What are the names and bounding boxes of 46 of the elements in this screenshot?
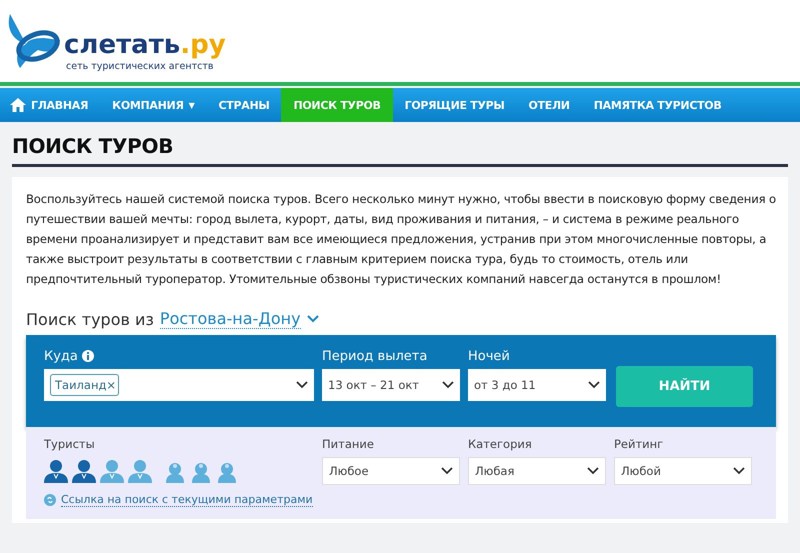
home-icon	[10, 98, 26, 112]
nav-tab[interactable]: ПАМЯТКА ТУРИСТОВ	[582, 88, 734, 122]
search-heading: Поиск туров из	[26, 310, 154, 328]
page-title: ПОИСК ТУРОВ	[12, 122, 788, 167]
field-label: Рейтинг	[614, 437, 664, 453]
chevron-icon	[733, 467, 745, 475]
child-icon[interactable]	[164, 461, 186, 483]
chevron-icon	[588, 381, 600, 389]
chevron-icon	[441, 467, 453, 475]
field-label: Питание	[322, 437, 375, 453]
field-label: Туристы	[44, 437, 96, 453]
filter-select[interactable]: Любая	[468, 457, 606, 485]
chevron-icon	[306, 315, 319, 323]
chevron-icon	[587, 467, 599, 475]
caret-icon: ▼	[188, 100, 194, 110]
child-icon[interactable]	[216, 461, 238, 483]
info-icon	[82, 350, 94, 362]
nav-tab[interactable]: СТРАНЫ	[206, 88, 282, 122]
chevron-icon	[296, 381, 308, 389]
search-link[interactable]: Ссылка на поиск с текущими параметрами	[61, 493, 313, 507]
nav-tab[interactable]: ГОРЯЩИЕ ТУРЫ	[392, 88, 516, 122]
filter-select[interactable]: Любой	[614, 457, 752, 485]
field-label: Ночей	[468, 348, 510, 364]
field-label: Категория	[468, 437, 533, 453]
nav-tab[interactable]: ГЛАВНАЯ	[0, 88, 100, 122]
logo-tagline: сеть туристических агентств	[66, 61, 215, 72]
nights-select[interactable]: от 3 до 11	[468, 369, 606, 401]
city-link[interactable]: Ростова-на-Дону	[160, 309, 301, 329]
intro-paragraph: Воспользуйтесь нашей системой поиска туров. Всего несколько минут нужно, чтобы ввести в поисковую форму сведения о путешествии вашей мечты: город вылета, курорт, даты, вид проживания и питания, – и система в режиме реального времени проанализирует и представит вам все имеющиеся предложения, устранив при этом многочисленные повторы, а также выстроит результаты в соответствии с главным критерием поиска тура, будь то стоимость, отель или предпочтительный туроператор. Утомительные обзвоны туристических компаний навсегда останутся в прошлом!	[26, 191, 776, 288]
nav-tab[interactable]: ОТЕЛИ	[516, 88, 582, 122]
search-button[interactable]: НАЙТИ	[616, 366, 753, 407]
adult-icon[interactable]	[44, 459, 68, 483]
child-icon[interactable]	[190, 461, 212, 483]
field-label: Период вылета	[322, 348, 428, 364]
field-label: Куда	[44, 348, 78, 364]
link-icon	[44, 494, 56, 506]
nav-tab[interactable]: ПОИСК ТУРОВ	[281, 88, 393, 122]
chevron-icon	[442, 381, 454, 389]
filter-select[interactable]: Любое	[322, 457, 460, 485]
remove-icon[interactable]: ×	[106, 378, 116, 392]
logo-wordmark: слетать.ру	[64, 30, 226, 60]
destination-tag: Таиланд×	[50, 374, 120, 396]
nav-tab[interactable]: КОМПАНИЯ ▼	[100, 88, 206, 122]
adult-icon[interactable]	[72, 459, 96, 483]
destination-field[interactable]: Таиланд×	[44, 369, 314, 401]
date-range-select[interactable]: 13 окт – 21 окт	[322, 369, 460, 401]
